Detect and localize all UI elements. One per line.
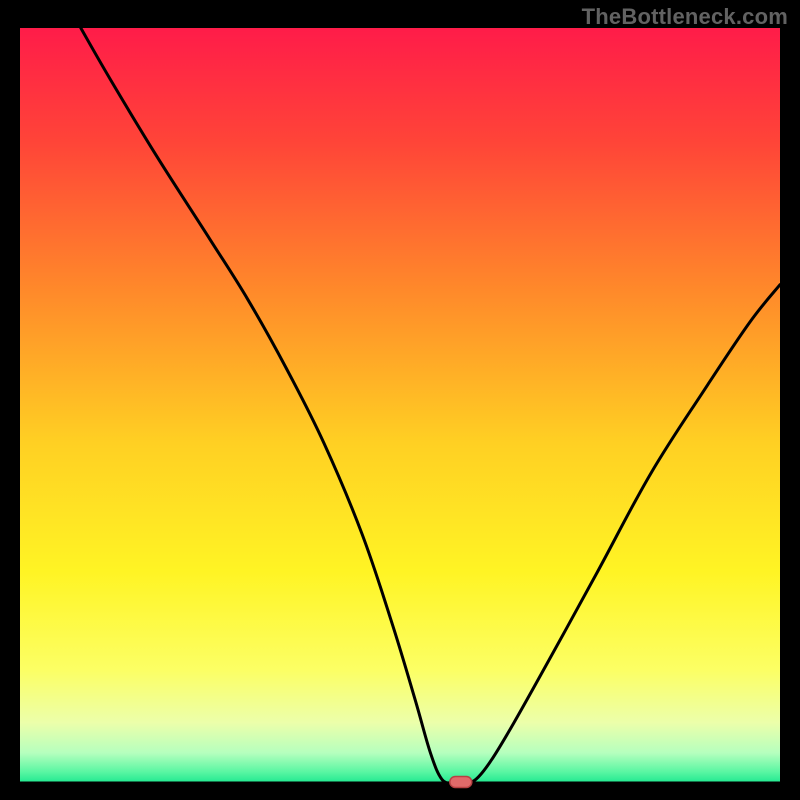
optimum-marker xyxy=(450,777,472,788)
plot-background xyxy=(20,28,780,783)
chart-container: TheBottleneck.com xyxy=(0,0,800,800)
bottleneck-chart xyxy=(0,0,800,800)
watermark-text: TheBottleneck.com xyxy=(582,4,788,30)
